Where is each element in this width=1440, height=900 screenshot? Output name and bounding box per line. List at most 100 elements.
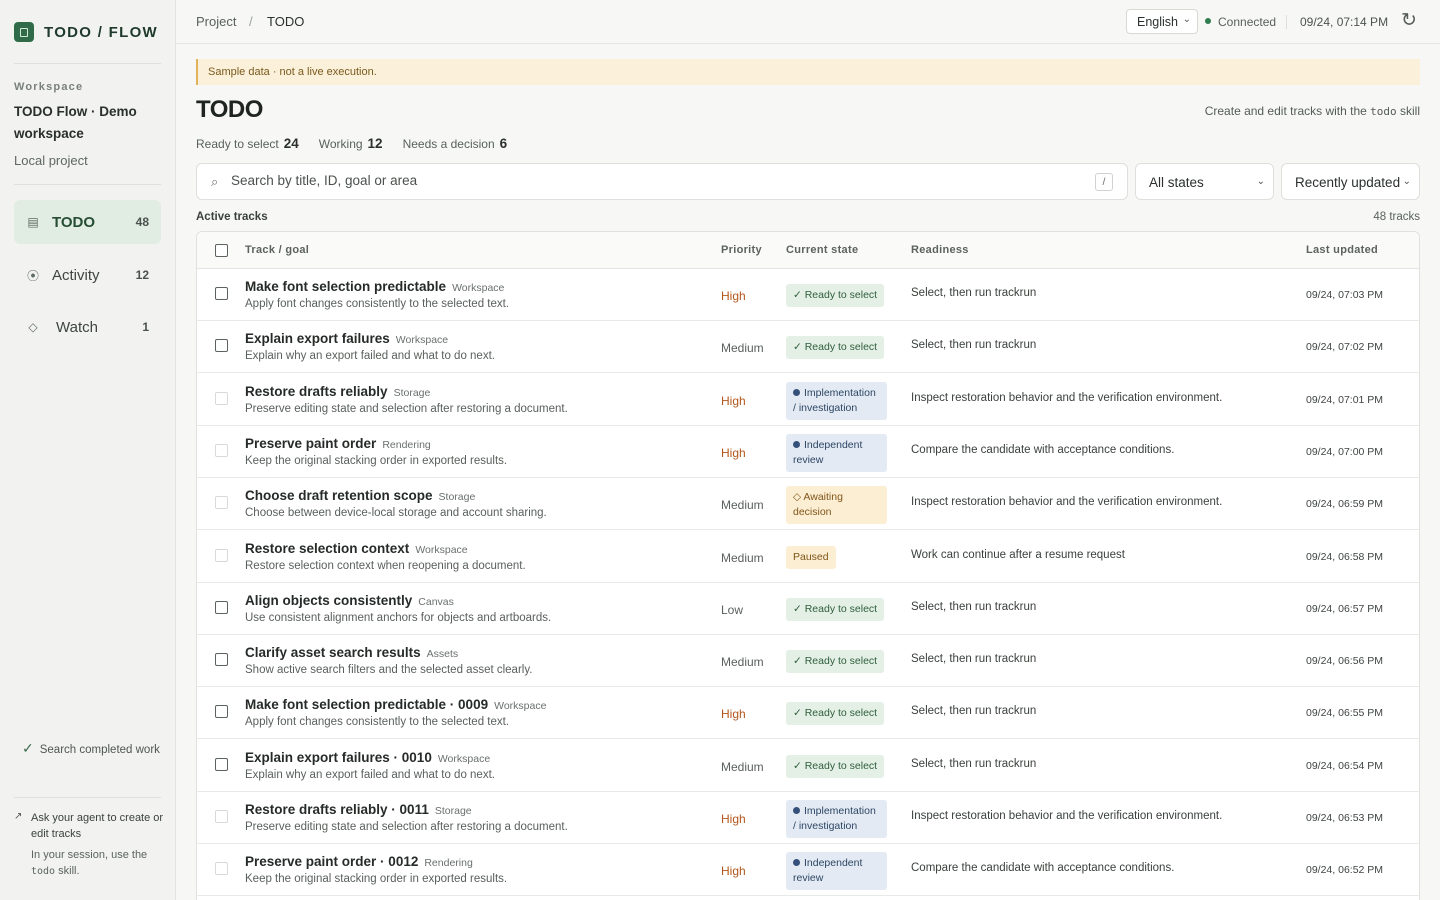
arrow-up-right-icon: ↗ — [14, 811, 23, 822]
last-updated: 09/24, 06:57 PM — [1306, 602, 1384, 615]
readiness: Inspect restoration behavior and the ver… — [911, 391, 1223, 404]
readiness: Compare the candidate with acceptance co… — [911, 862, 1175, 875]
row-checkbox[interactable] — [215, 600, 228, 614]
state-badge: ✓ Ready to select — [786, 650, 885, 674]
state-filter[interactable]: All states ⌄ — [1135, 163, 1274, 200]
current-time: 09/24, 07:14 PM — [1300, 15, 1389, 29]
column-updated[interactable]: Last updated — [1306, 244, 1378, 256]
sidebar-item-label: TODO — [52, 213, 96, 231]
column-readiness[interactable]: Readiness — [911, 244, 969, 256]
sidebar-item-watch[interactable]: ◇ Watch 1 — [14, 305, 161, 349]
readiness: Select, then run trackrun — [911, 600, 1037, 613]
breadcrumb-project[interactable]: Project — [196, 14, 236, 29]
priority: High — [721, 707, 746, 722]
status-dot-icon — [793, 440, 800, 448]
stat-needs-decision: Needs a decision 6 — [402, 136, 508, 151]
priority: Low — [721, 602, 744, 617]
readiness: Inspect restoration behavior and the ver… — [911, 496, 1223, 509]
last-updated: 09/24, 06:58 PM — [1306, 550, 1384, 563]
track-area: Workspace — [494, 700, 547, 713]
readiness: Select, then run trackrun — [911, 287, 1037, 299]
sidebar-item-activity[interactable]: ⦿ Activity 12 — [14, 253, 161, 297]
breadcrumb-separator: / — [249, 14, 253, 29]
state-badge: Implementation / investigation — [786, 800, 887, 838]
track-title[interactable]: Restore drafts reliably · 0011 Storage — [245, 802, 472, 817]
last-updated: 09/24, 07:02 PM — [1306, 341, 1384, 354]
status-dot-icon — [793, 807, 800, 814]
last-updated: 09/24, 06:56 PM — [1306, 655, 1384, 668]
search-input[interactable] — [231, 173, 1071, 188]
table-row[interactable]: Align objects consistently Canvas Use cons… — [197, 583, 1419, 635]
track-area: Storage — [393, 386, 431, 399]
track-title[interactable]: Choose draft retention scope Storage — [245, 488, 475, 503]
sidebar-item-label: Activity — [52, 266, 100, 284]
table-header: Track / goal Priority Current state Read… — [197, 232, 1419, 269]
track-title[interactable]: Make font selection predictable Workspace — [245, 279, 504, 294]
table-row[interactable]: Restore selection context Workspace Restor… — [197, 531, 1419, 583]
track-title[interactable]: Explain export failures · 0010 Workspace — [245, 750, 490, 765]
state-badge: ◇ Awaiting decision — [786, 486, 887, 525]
track-area: Workspace — [395, 334, 449, 347]
readiness: Select, then run trackrun — [911, 653, 1037, 666]
language-select[interactable]: English ⌄ — [1126, 9, 1198, 34]
last-updated: 09/24, 06:52 PM — [1306, 864, 1384, 877]
workspace-name: TODO Flow · Demo workspace — [14, 104, 137, 141]
table-row[interactable]: Restore drafts reliably · 0011 Storage Pre… — [197, 792, 1419, 844]
track-title[interactable]: Clarify asset search results Assets — [245, 645, 458, 660]
section-label: Active tracks — [196, 211, 268, 223]
brand[interactable]: TODO / FLOW — [14, 22, 158, 42]
table-row[interactable]: Make font selection predictable · 0009 Wo… — [197, 687, 1419, 740]
table-row[interactable]: Restore drafts reliably Storage Preserve e… — [197, 374, 1419, 426]
column-priority[interactable]: Priority — [721, 244, 762, 256]
track-title[interactable]: Make font selection predictable · 0009 Wo… — [245, 697, 546, 712]
sort-select[interactable]: Recently updated ⌄ — [1281, 163, 1420, 200]
search-box: ⌕ / — [196, 163, 1128, 200]
track-title[interactable]: Explain export failures Workspace — [245, 331, 448, 346]
track-goal: Apply font changes consistently to the s… — [245, 298, 510, 310]
track-title[interactable]: Align objects consistently Canvas — [245, 593, 454, 608]
priority: Medium — [721, 655, 764, 670]
table-row[interactable]: Preserve paint order Rendering Keep the or… — [197, 426, 1419, 478]
priority: High — [721, 812, 746, 826]
select-all-checkbox[interactable] — [215, 244, 228, 257]
table-row[interactable]: Make font selection predictable Workspace… — [197, 269, 1419, 321]
track-title[interactable]: Preserve paint order Rendering — [245, 436, 431, 451]
priority: Medium — [721, 341, 764, 356]
check-icon: ✓ — [793, 707, 805, 720]
track-area: Workspace — [415, 543, 468, 556]
search-status: ✓ Search completed work — [22, 738, 162, 760]
row-checkbox[interactable] — [215, 757, 228, 771]
section-count: 48 tracks — [1373, 211, 1420, 223]
track-title[interactable]: Restore selection context Workspace — [245, 541, 468, 556]
priority: High — [721, 445, 746, 460]
track-area: Rendering — [424, 857, 473, 870]
sidebar-item-todo[interactable]: ▤ TODO 48 — [14, 200, 161, 244]
row-checkbox[interactable] — [215, 287, 228, 300]
last-updated: 09/24, 06:55 PM — [1306, 707, 1384, 720]
language-value: English — [1137, 15, 1178, 29]
state-filter-value: All states — [1149, 175, 1204, 190]
search-icon: ⌕ — [211, 174, 219, 189]
state-badge: Implementation / investigation — [786, 381, 887, 420]
row-checkbox — [215, 443, 228, 457]
state-badge: ✓ Ready to select — [786, 702, 885, 726]
column-track[interactable]: Track / goal — [245, 244, 309, 256]
row-checkbox[interactable] — [215, 653, 228, 667]
track-title[interactable]: Preserve paint order · 0012 Rendering — [245, 854, 473, 869]
table-row[interactable]: Choose draft retention scope Storage Choos… — [197, 478, 1419, 531]
track-goal: Keep the original stacking order in expo… — [245, 873, 508, 886]
table-row[interactable]: Explain export failures · 0010 Workspace E… — [197, 740, 1419, 792]
table-row[interactable]: Explain export failures Workspace Explain … — [197, 321, 1419, 374]
table-row[interactable]: Clarify asset search results Assets Show a… — [197, 635, 1419, 688]
row-checkbox[interactable] — [215, 705, 228, 719]
refresh-icon[interactable]: ↻ — [1397, 9, 1421, 33]
check-icon: ✓ — [793, 341, 805, 354]
table-row[interactable]: Preserve paint order · 0012 Rendering Keep… — [197, 844, 1419, 897]
row-checkbox[interactable] — [215, 339, 228, 353]
chevron-down-icon: ⌄ — [1256, 176, 1265, 187]
track-title[interactable]: Restore drafts reliably Storage — [245, 384, 430, 399]
row-checkbox — [215, 548, 228, 562]
priority: Medium — [721, 550, 764, 565]
column-state[interactable]: Current state — [786, 244, 858, 256]
sidebar-item-count: 12 — [135, 268, 149, 282]
